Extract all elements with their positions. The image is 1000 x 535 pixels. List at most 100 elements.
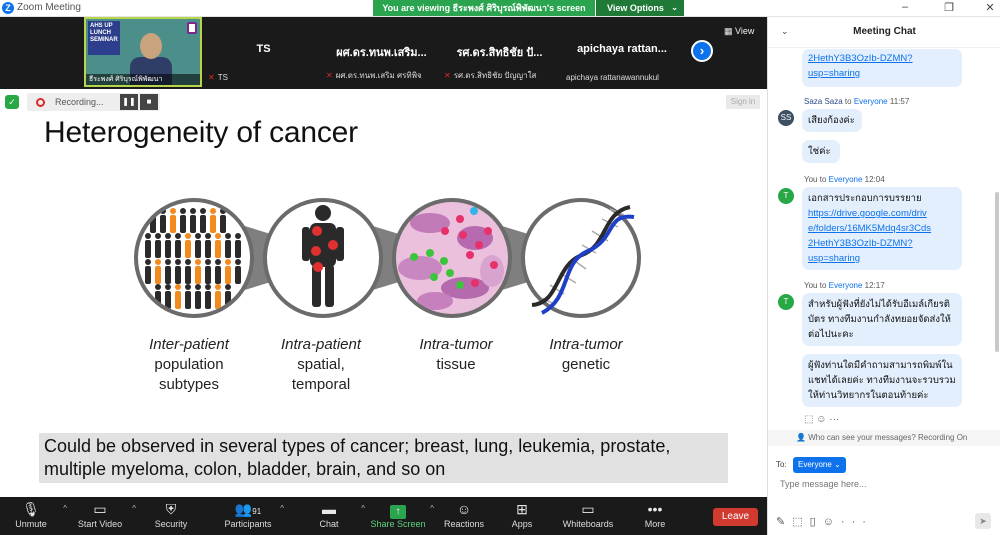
sign-in-button[interactable]: Sign in: [726, 95, 760, 109]
to-label: To:: [776, 460, 787, 469]
share-icon: ↑: [368, 500, 428, 519]
person-icon: 👤: [796, 433, 809, 442]
chat-message-bubble: ใช่ค่ะ: [802, 140, 840, 163]
caption-intra-tumor-genetic: Intra-tumor genetic: [549, 336, 623, 373]
people-icon: 👥91: [234, 501, 262, 517]
more-icon: •••: [647, 501, 663, 517]
chevron-up-icon[interactable]: ^: [280, 504, 284, 513]
pause-recording-button[interactable]: ❚❚: [120, 94, 138, 110]
participant-tile[interactable]: TS ✕ TS: [206, 17, 321, 87]
drive-link[interactable]: usp=sharing: [808, 253, 860, 264]
participant-name: ผศ.ดร.ทนพ.เสริม ศรทิพิจ: [335, 71, 422, 80]
seminar-banner: AHS UP LUNCH SEMINAR: [88, 21, 120, 55]
whiteboards-button[interactable]: ▭ Whiteboards: [558, 500, 618, 529]
participant-big-name: TS: [256, 43, 271, 55]
chat-message-bubble: 2HethY3B3OzIb-DZMN? usp=sharing: [802, 49, 962, 87]
apps-icon: ⊞: [516, 501, 528, 517]
heterogeneity-diagram: [134, 198, 641, 318]
slide-footer-text: Could be observed in several types of ca…: [39, 433, 728, 483]
stop-recording-button[interactable]: ■: [140, 94, 158, 110]
reply-icon[interactable]: ⬚: [804, 414, 813, 425]
more-button[interactable]: ••• More: [625, 500, 685, 529]
title-bar: Z Zoom Meeting You are viewing ธีระพงศ์ …: [0, 0, 1000, 17]
chat-button[interactable]: ▬ Chat ^: [299, 500, 365, 529]
speaker-face: [140, 33, 162, 59]
drive-link[interactable]: usp=sharing: [808, 68, 860, 79]
speaker-name: ธีระพงศ์ ศิริบุรณ์พิพัฒนา: [86, 74, 200, 85]
video-off-icon: ▭: [93, 501, 107, 517]
chevron-down-icon: ⌄: [834, 460, 841, 469]
drive-link[interactable]: 2HethY3B3OzIb-DZMN?: [808, 238, 913, 249]
message-meta: You to Everyone 12:17: [804, 281, 885, 290]
reaction-icon[interactable]: ☺: [816, 414, 826, 425]
chat-message-bubble: สำหรับผู้ฟังที่ยังไม่ได้รับอีเมล์เกียรติ…: [802, 293, 962, 346]
meeting-toolbar: 🎙 Unmute ^ ▭ Start Video ^ ⛨ Security 👥91 Part…: [0, 497, 767, 535]
chat-title: Meeting Chat: [853, 26, 916, 37]
participant-big-name: รศ.ดร.สิทธิชัย ปั...: [456, 47, 543, 59]
university-emblem-icon: [187, 22, 197, 34]
message-input[interactable]: [780, 479, 980, 489]
participant-tile[interactable]: รศ.ดร.สิทธิชัย ปั... ✕ รศ.ดร.สิทธิชัย ปัญ…: [442, 17, 557, 87]
emoji-icon[interactable]: ☺: [823, 516, 841, 528]
leave-button[interactable]: Leave: [713, 508, 758, 526]
mic-muted-icon: ✕: [208, 73, 215, 82]
who-can-see-notice[interactable]: 👤 Who can see your messages? Recording O…: [768, 430, 1000, 446]
chevron-down-icon: ⌄: [671, 3, 678, 12]
participant-big-name: apichaya rattan...: [577, 43, 667, 55]
screenshot-icon[interactable]: ⬚: [792, 516, 809, 528]
file-icon[interactable]: ▯: [810, 516, 823, 528]
recording-indicator: Recording... ❚❚ ■: [27, 93, 160, 111]
maximize-button[interactable]: ❐: [942, 1, 956, 14]
security-button[interactable]: ⛨ Security: [141, 500, 201, 529]
slide-title: Heterogeneity of cancer: [44, 116, 358, 149]
participant-tile[interactable]: apichaya rattan... apichaya rattanawannu…: [562, 17, 682, 87]
record-icon: [36, 98, 45, 107]
reactions-button[interactable]: ☺ Reactions: [434, 500, 494, 529]
message-meta: Saza Saza to Everyone 11:57: [804, 97, 910, 106]
caption-intra-patient: Intra-patient spatial, temporal: [280, 336, 362, 393]
scrollbar-thumb[interactable]: [995, 192, 999, 352]
format-icon[interactable]: ✎: [776, 516, 792, 528]
start-video-button[interactable]: ▭ Start Video ^: [70, 500, 136, 529]
chevron-up-icon[interactable]: ^: [132, 504, 136, 513]
recording-label: Recording...: [55, 97, 104, 107]
chat-icon: ▬: [322, 501, 336, 517]
share-screen-button[interactable]: ↑ Share Screen ^: [368, 500, 434, 529]
chevron-up-icon[interactable]: ^: [63, 504, 67, 513]
avatar: T: [778, 294, 794, 310]
chat-message-bubble: เอกสารประกอบการบรรยาย https://drive.goog…: [802, 187, 962, 270]
view-button[interactable]: ▦ View: [724, 26, 754, 37]
more-icon[interactable]: ···: [841, 516, 873, 528]
minimize-button[interactable]: –: [898, 1, 912, 13]
drive-link[interactable]: 2HethY3B3OzIb-DZMN?: [808, 53, 913, 64]
drive-link[interactable]: https://drive.google.com/driv: [808, 208, 927, 219]
participants-button[interactable]: 👥91 Participants ^: [218, 500, 284, 529]
mic-muted-icon: ✕: [326, 71, 333, 80]
unmute-button[interactable]: 🎙 Unmute ^: [1, 500, 67, 529]
window-title: Zoom Meeting: [17, 2, 81, 13]
send-button[interactable]: ➤: [975, 513, 991, 529]
drive-link[interactable]: e/folders/16MK5Mdq4sr3Cds: [808, 223, 931, 234]
participant-name: TS: [217, 73, 228, 82]
zoom-logo-icon: Z: [2, 2, 14, 14]
participant-tile[interactable]: ผศ.ดร.ทนพ.เสริม... ✕ ผศ.ดร.ทนพ.เสริม ศรทิ…: [324, 17, 439, 87]
chat-message-bubble: เสียงก้องค่ะ: [802, 109, 862, 132]
message-actions: ⬚ ☺ ···: [804, 414, 839, 425]
apps-button[interactable]: ⊞ Apps: [492, 500, 552, 529]
caption-inter-patient: Inter-patient population subtypes: [149, 336, 229, 393]
chat-header: ⌄ Meeting Chat: [768, 17, 1000, 48]
emoji-icon: ☺: [456, 501, 472, 517]
grid-icon: ▦: [724, 26, 736, 36]
chat-scrollbar[interactable]: [995, 52, 999, 432]
next-page-button[interactable]: ›: [691, 40, 713, 62]
close-button[interactable]: ✕: [983, 1, 997, 14]
view-options-button[interactable]: View Options ⌄: [596, 0, 684, 16]
viewing-banner: You are viewing ธีระพงศ์ ศิริบุรณ์พิพัฒน…: [373, 0, 595, 16]
chat-tools: ✎⬚▯☺···: [776, 515, 873, 528]
recipient-dropdown[interactable]: Everyone ⌄: [793, 457, 846, 473]
chat-panel: ⌄ Meeting Chat 2HethY3B3OzIb-DZMN? usp=s…: [767, 17, 1000, 535]
speaker-video-tile[interactable]: AHS UP LUNCH SEMINAR ธีระพงศ์ ศิริบุรณ์พ…: [84, 17, 202, 87]
chevron-up-icon[interactable]: ^: [361, 504, 365, 513]
shield-icon: ⛨: [165, 501, 177, 517]
more-icon[interactable]: ···: [829, 414, 839, 425]
